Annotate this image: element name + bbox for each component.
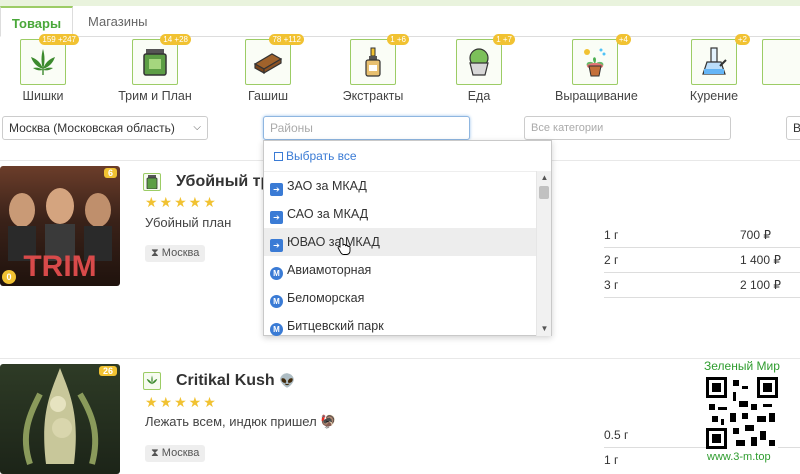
dropdown-option[interactable]: M Битцевский парк [264, 312, 537, 336]
category-count-badge: 78 +112 [269, 34, 304, 45]
hourglass-icon: ⧗ [151, 447, 159, 459]
price-qty: 1 г [604, 453, 619, 467]
promo-url[interactable]: www.3-m.top [707, 451, 771, 463]
cannabis-leaf-icon: 159 +247 [20, 34, 79, 85]
category-label: Выращивание [555, 89, 638, 103]
metro-icon: M [270, 295, 283, 308]
product-description: Убойный план [145, 215, 232, 230]
metro-icon: M [270, 267, 283, 280]
product-count-badge: 6 [103, 168, 117, 178]
category-food[interactable]: 1 +7 Еда [439, 34, 519, 103]
product-description: Лежать всем, индюк пришел 🦃 [145, 414, 337, 429]
product-title[interactable]: Убойный тр [176, 173, 270, 191]
select-all-link[interactable]: Выбрать все [274, 149, 357, 163]
price-qty: 0.5 г [604, 428, 629, 442]
scroll-up-icon[interactable]: ▲ [537, 171, 552, 185]
category-count-badge: 159 +247 [39, 34, 79, 45]
category-trim[interactable]: 14 +28 Трим и План [115, 34, 195, 103]
price-qty: 3 г [604, 278, 619, 292]
tab-shops[interactable]: Магазины [78, 6, 158, 37]
bong-icon: +2 [691, 34, 750, 85]
trim-overlay-text: TRIM [23, 250, 96, 283]
category-buds[interactable]: 159 +247 Шишки [3, 34, 83, 103]
dropdown-option[interactable]: M Беломорская [264, 284, 537, 312]
category-hash[interactable]: 78 +112 Гашиш [228, 34, 308, 103]
hand-pointer-icon [337, 237, 351, 255]
price-row[interactable]: 1 г 700 ₽ [604, 223, 800, 248]
price-amount: 700 ₽ [740, 228, 771, 242]
qr-code-icon [706, 377, 778, 449]
rating-stars: ★★★★★ [145, 194, 218, 210]
location-badge: ⧗ Москва [145, 245, 206, 262]
category-count-badge: 14 +28 [160, 34, 191, 45]
district-list: ➔ ЗАО за МКАД ➔ САО за МКАД ➔ ЮВАО за МКАД … [264, 171, 537, 336]
hourglass-icon: ⧗ [151, 247, 159, 259]
category-label: Курение [689, 89, 739, 103]
cupcake-icon: 1 +7 [456, 34, 515, 85]
price-amount: 1 400 ₽ [740, 253, 781, 267]
category-count-badge: +4 [615, 34, 631, 45]
district-select[interactable]: Районы [263, 116, 470, 140]
product-title[interactable]: Critikal Kush 👽 [176, 372, 295, 390]
category-count-badge: 1 +6 [387, 34, 409, 45]
arrow-right-icon: ➔ [270, 239, 283, 252]
category-label: Еда [467, 89, 491, 103]
dropdown-scrollbar[interactable]: ▲ ▼ [536, 171, 551, 336]
tab-products[interactable]: Товары [0, 6, 73, 37]
category-select[interactable]: Все категории [524, 116, 731, 140]
metro-icon: M [270, 323, 283, 336]
cannabis-leaf-icon [143, 372, 161, 390]
category-next-partial[interactable] [762, 39, 800, 85]
dropdown-option[interactable]: ➔ ЮВАО за МКАД [264, 228, 537, 256]
arrow-right-icon: ➔ [270, 211, 283, 224]
coin-icon: 0 [2, 270, 16, 284]
price-qty: 1 г [604, 228, 619, 242]
scrollbar-thumb[interactable] [539, 186, 549, 199]
hash-brick-icon: 78 +112 [245, 34, 304, 85]
divider [0, 358, 800, 359]
turkey-icon: 🦃 [320, 414, 337, 429]
category-label: Трим и План [118, 89, 192, 103]
scroll-down-icon[interactable]: ▼ [537, 322, 552, 336]
chevron-down-icon: ⌵ [193, 122, 201, 133]
category-label: Гашиш [247, 89, 289, 103]
extra-select[interactable]: В [786, 116, 800, 140]
district-dropdown: Выбрать все ➔ ЗАО за МКАД ➔ САО за МКАД ➔ Ю… [263, 140, 552, 336]
category-partial-icon [762, 39, 800, 85]
promo-qr-block[interactable]: Зеленый Мир www.3-m.top [700, 357, 800, 474]
promo-title: Зеленый Мир [704, 359, 780, 373]
dropdown-option[interactable]: ➔ ЗАО за МКАД [264, 172, 537, 200]
price-amount: 2 100 ₽ [740, 278, 781, 292]
jar-icon: 14 +28 [132, 34, 191, 85]
category-smoking[interactable]: +2 Курение [674, 34, 754, 103]
price-row[interactable]: 3 г 2 100 ₽ [604, 273, 800, 298]
dropper-bottle-icon: 1 +6 [350, 34, 409, 85]
price-qty: 2 г [604, 253, 619, 267]
product-photo: TRIM [8, 188, 112, 283]
city-select[interactable]: Москва (Московская область) ⌵ [2, 116, 208, 140]
dropdown-option[interactable]: M Авиамоторная [264, 256, 537, 284]
alien-icon: 👽 [279, 373, 296, 388]
category-label: Экстракты [342, 89, 404, 103]
location-badge: ⧗ Москва [145, 445, 206, 462]
product-count-badge: 26 [98, 366, 117, 376]
jar-icon [143, 173, 161, 191]
product-image[interactable]: 26 [0, 364, 120, 474]
city-select-value: Москва (Московская область) [9, 121, 175, 135]
rating-stars: ★★★★★ [145, 394, 218, 410]
category-extracts[interactable]: 1 +6 Экстракты [333, 34, 413, 103]
tab-bar: Товары Магазины [0, 6, 800, 37]
product-photo [22, 368, 99, 465]
category-label: Шишки [22, 89, 64, 103]
dropdown-option[interactable]: ➔ САО за МКАД [264, 200, 537, 228]
category-count-badge: 1 +7 [493, 34, 515, 45]
product-image[interactable]: TRIM 6 0 [0, 166, 120, 286]
category-growing[interactable]: +4 Выращивание [555, 34, 638, 103]
checkbox-icon [274, 152, 283, 161]
category-count-badge: +2 [734, 34, 750, 45]
plant-pot-icon: +4 [572, 34, 631, 85]
price-row[interactable]: 2 г 1 400 ₽ [604, 248, 800, 273]
arrow-right-icon: ➔ [270, 183, 283, 196]
